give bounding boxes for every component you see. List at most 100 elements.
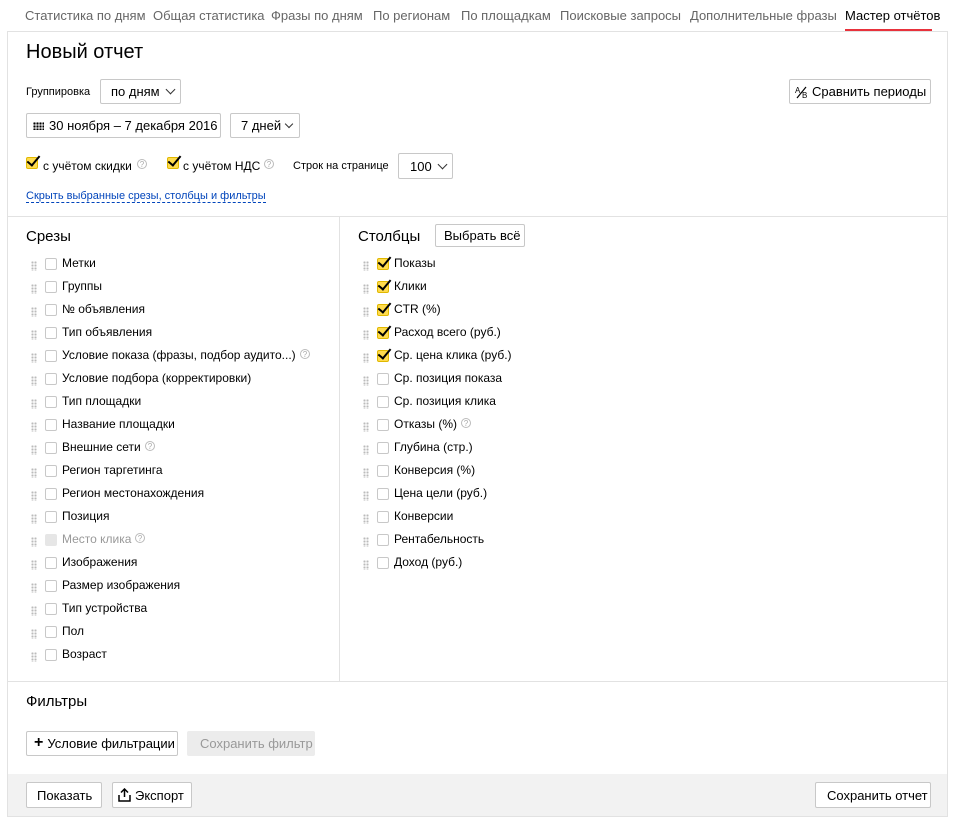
period-select[interactable]: 7 дней: [230, 113, 300, 138]
slices-checkbox[interactable]: [45, 419, 57, 431]
drag-handle-icon[interactable]: [363, 514, 369, 524]
slices-label: Внешние сети: [62, 440, 141, 454]
rows-per-page-label: Строк на странице: [293, 160, 389, 172]
slices-checkbox[interactable]: [45, 396, 57, 408]
slices-checkbox[interactable]: [45, 258, 57, 270]
slices-checkbox[interactable]: [45, 350, 57, 362]
export-button[interactable]: Экспорт: [112, 782, 192, 808]
drag-handle-icon[interactable]: [31, 629, 37, 639]
drag-handle-icon[interactable]: [31, 606, 37, 616]
drag-handle-icon[interactable]: [363, 560, 369, 570]
help-icon[interactable]: ?: [300, 349, 310, 359]
slices-label: Тип площадки: [62, 394, 142, 408]
columns-checkbox[interactable]: [377, 419, 389, 431]
drag-handle-icon[interactable]: [31, 583, 37, 593]
compare-periods-button[interactable]: A B Сравнить периоды: [789, 79, 931, 104]
drag-handle-icon[interactable]: [31, 445, 37, 455]
drag-handle-icon[interactable]: [31, 307, 37, 317]
drag-handle-icon[interactable]: [363, 261, 369, 271]
columns-checkbox[interactable]: [377, 258, 389, 270]
columns-checkbox[interactable]: [377, 511, 389, 523]
tab-by-region[interactable]: По регионам: [373, 8, 450, 23]
help-icon[interactable]: ?: [264, 159, 274, 169]
slices-label: Группы: [62, 279, 102, 293]
discount-checkbox[interactable]: [26, 157, 38, 169]
slices-checkbox[interactable]: [45, 281, 57, 293]
drag-handle-icon[interactable]: [31, 514, 37, 524]
drag-handle-icon[interactable]: [31, 353, 37, 363]
vat-checkbox[interactable]: [167, 157, 179, 169]
drag-handle-icon[interactable]: [31, 652, 37, 662]
grouping-select[interactable]: по дням: [100, 79, 181, 104]
svg-text:B: B: [802, 91, 807, 99]
drag-handle-icon[interactable]: [363, 445, 369, 455]
columns-checkbox[interactable]: [377, 327, 389, 339]
help-icon[interactable]: ?: [145, 441, 155, 451]
rows-per-page-select[interactable]: 100: [398, 153, 453, 179]
slices-checkbox[interactable]: [45, 603, 57, 615]
drag-handle-icon[interactable]: [363, 330, 369, 340]
slices-label: Пол: [62, 624, 85, 638]
drag-handle-icon[interactable]: [363, 422, 369, 432]
save-filter-button[interactable]: Сохранить фильтр: [187, 731, 315, 756]
slices-checkbox[interactable]: [45, 465, 57, 477]
slices-checkbox[interactable]: [45, 649, 57, 661]
columns-checkbox[interactable]: [377, 396, 389, 408]
slices-checkbox[interactable]: [45, 488, 57, 500]
drag-handle-icon[interactable]: [363, 284, 369, 294]
select-all-button[interactable]: Выбрать всё: [435, 224, 525, 247]
drag-handle-icon[interactable]: [31, 560, 37, 570]
drag-handle-icon[interactable]: [31, 330, 37, 340]
drag-handle-icon[interactable]: [363, 399, 369, 409]
drag-handle-icon[interactable]: [31, 468, 37, 478]
help-icon[interactable]: ?: [137, 159, 147, 169]
tab-general-stats[interactable]: Общая статистика: [153, 8, 265, 23]
slices-checkbox[interactable]: [45, 557, 57, 569]
drag-handle-icon[interactable]: [363, 376, 369, 386]
columns-checkbox[interactable]: [377, 350, 389, 362]
tab-phrases-by-day[interactable]: Фразы по дням: [271, 8, 363, 23]
drag-handle-icon[interactable]: [363, 491, 369, 501]
drag-handle-icon[interactable]: [363, 307, 369, 317]
drag-handle-icon[interactable]: [31, 399, 37, 409]
save-report-button[interactable]: Сохранить отчет: [815, 782, 931, 808]
show-button[interactable]: Показать: [26, 782, 102, 808]
columns-checkbox[interactable]: [377, 465, 389, 477]
date-range-picker[interactable]: 30 ноября – 7 декабря 2016: [26, 113, 221, 138]
columns-checkbox[interactable]: [377, 534, 389, 546]
drag-handle-icon[interactable]: [31, 422, 37, 432]
tab-report-wizard[interactable]: Мастер отчётов: [845, 8, 940, 23]
drag-handle-icon[interactable]: [31, 491, 37, 501]
drag-handle-icon[interactable]: [363, 353, 369, 363]
slices-checkbox[interactable]: [45, 442, 57, 454]
columns-checkbox[interactable]: [377, 488, 389, 500]
drag-handle-icon[interactable]: [363, 537, 369, 547]
slices-checkbox[interactable]: [45, 304, 57, 316]
help-icon[interactable]: ?: [461, 418, 471, 428]
columns-checkbox[interactable]: [377, 304, 389, 316]
drag-handle-icon[interactable]: [31, 284, 37, 294]
drag-handle-icon[interactable]: [31, 376, 37, 386]
tab-daily-stats[interactable]: Статистика по дням: [25, 8, 146, 23]
compare-icon: A B: [795, 86, 807, 99]
slices-checkbox[interactable]: [45, 327, 57, 339]
slices-checkbox[interactable]: [45, 511, 57, 523]
slices-checkbox[interactable]: [45, 373, 57, 385]
slices-checkbox[interactable]: [45, 580, 57, 592]
drag-handle-icon[interactable]: [363, 468, 369, 478]
slices-title: Срезы: [26, 228, 71, 245]
columns-checkbox[interactable]: [377, 281, 389, 293]
chevron-down-icon: [437, 159, 448, 169]
columns-checkbox[interactable]: [377, 373, 389, 385]
tab-search-queries[interactable]: Поисковые запросы: [560, 8, 681, 23]
drag-handle-icon[interactable]: [31, 261, 37, 271]
add-filter-condition-button[interactable]: + Условие фильтрации: [26, 731, 178, 756]
slices-checkbox[interactable]: [45, 626, 57, 638]
columns-checkbox[interactable]: [377, 557, 389, 569]
help-icon[interactable]: ?: [135, 533, 145, 543]
columns-checkbox[interactable]: [377, 442, 389, 454]
drag-handle-icon[interactable]: [31, 537, 37, 547]
tab-by-platform[interactable]: По площадкам: [461, 8, 551, 23]
toggle-selection-link[interactable]: Скрыть выбранные срезы, столбцы и фильтр…: [26, 190, 266, 203]
tab-extra-phrases[interactable]: Дополнительные фразы: [690, 8, 837, 23]
